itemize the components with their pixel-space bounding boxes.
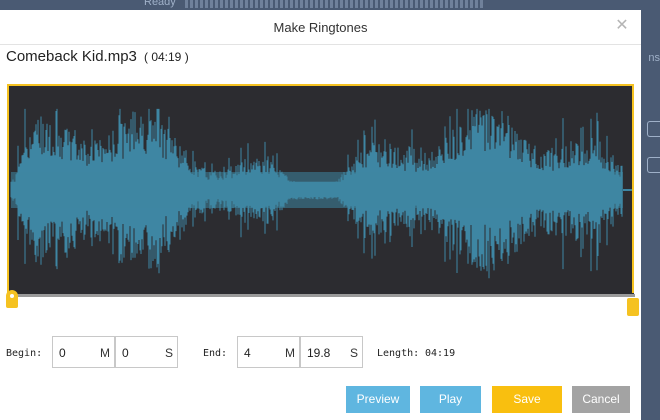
begin-minutes-value: 0 xyxy=(59,346,66,360)
background-status-text: Ready xyxy=(144,0,176,8)
preview-button[interactable]: Preview xyxy=(346,386,410,413)
save-button[interactable]: Save xyxy=(492,386,562,413)
end-label: End: xyxy=(203,348,228,359)
dialog-titlebar: Make Ringtones ✕ xyxy=(0,10,641,45)
selection-frame xyxy=(7,84,634,293)
dialog-title: Make Ringtones xyxy=(273,20,368,35)
begin-minutes-field[interactable]: 0 M xyxy=(52,336,115,368)
end-minutes-field[interactable]: 4 M xyxy=(237,336,300,368)
second-unit: S xyxy=(349,346,358,360)
background-side-text: ns xyxy=(648,52,660,64)
timeline-track[interactable] xyxy=(8,294,635,297)
end-seconds-field[interactable]: 19.8 S xyxy=(300,336,363,368)
start-handle[interactable] xyxy=(6,290,18,308)
length-value: 04:19 xyxy=(425,348,456,359)
end-minutes-value: 4 xyxy=(244,346,251,360)
minute-unit: M xyxy=(285,346,295,360)
close-icon[interactable]: ✕ xyxy=(613,17,631,35)
file-duration: ( 04:19 ) xyxy=(144,50,189,64)
play-button[interactable]: Play xyxy=(420,386,481,413)
length-label: Length: xyxy=(377,348,420,359)
background-level-meter xyxy=(185,0,485,8)
second-unit: S xyxy=(164,346,173,360)
background-edit-icon[interactable] xyxy=(647,121,660,137)
minute-unit: M xyxy=(100,346,110,360)
file-name: Comeback Kid.mp3 xyxy=(6,48,137,65)
begin-label: Begin: xyxy=(6,348,43,359)
begin-seconds-value: 0 xyxy=(122,346,129,360)
begin-seconds-field[interactable]: 0 S xyxy=(115,336,178,368)
end-handle[interactable] xyxy=(627,298,639,316)
cancel-button[interactable]: Cancel xyxy=(572,386,630,413)
end-seconds-value: 19.8 xyxy=(307,346,331,360)
background-edit-icon[interactable] xyxy=(647,157,660,173)
